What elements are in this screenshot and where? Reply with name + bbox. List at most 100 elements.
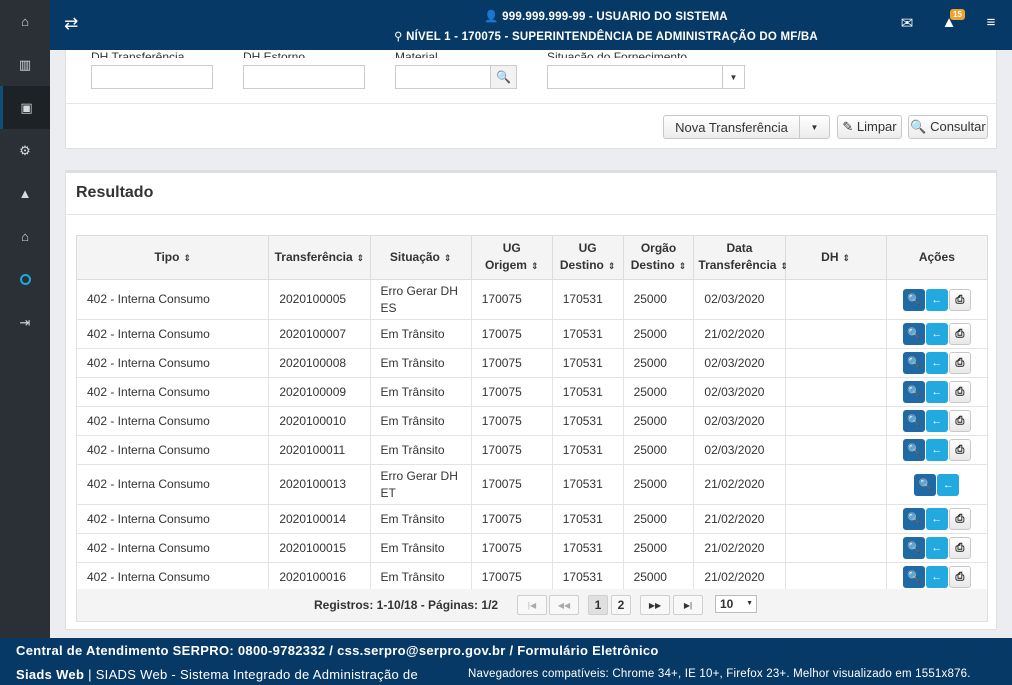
- sidebar-item-home[interactable]: ⌂: [0, 0, 50, 43]
- view-button[interactable]: 🔍: [902, 566, 925, 588]
- cell-orgao: 25000: [622, 504, 695, 534]
- sidebar-item-graduation[interactable]: ⌂: [0, 215, 50, 258]
- print-button[interactable]: ⎙: [948, 508, 971, 530]
- estorno-button[interactable]: ←: [925, 410, 948, 432]
- view-button[interactable]: 🔍: [902, 352, 925, 374]
- cell-tipo: 402 - Interna Consumo: [75, 348, 270, 378]
- view-button[interactable]: 🔍: [902, 288, 925, 311]
- cell-dh: [784, 562, 887, 592]
- menu-icon[interactable]: ≡: [970, 14, 1012, 32]
- table-row: 402 - Interna Consumo 2020100015 Em Trânsi…: [75, 533, 989, 563]
- print-button[interactable]: ⎙: [948, 323, 971, 345]
- result-panel: Resultado Tipo ⇕ Transferência ⇕ Situação ⇕…: [65, 170, 997, 630]
- col-transferencia[interactable]: Transferência ⇕: [268, 235, 371, 280]
- view-button[interactable]: 🔍: [902, 439, 925, 461]
- view-button[interactable]: 🔍: [902, 508, 925, 530]
- estorno-button[interactable]: ←: [925, 323, 948, 345]
- estorno-button[interactable]: ←: [925, 288, 948, 311]
- col-ug-origem[interactable]: UG Origem ⇕: [470, 235, 553, 280]
- view-button[interactable]: 🔍: [914, 473, 937, 496]
- chevron-down-icon: ▼: [722, 66, 744, 88]
- cell-dh: [784, 533, 887, 563]
- estorno-button[interactable]: ←: [925, 381, 948, 403]
- cell-orgao: 25000: [622, 562, 695, 592]
- estorno-button[interactable]: ←: [925, 537, 948, 559]
- page-2-button[interactable]: 2: [611, 595, 631, 615]
- cell-transf: 2020100007: [268, 319, 371, 349]
- user-line: 👤 999.999.999-99 - USUARIO DO SISTEMA: [484, 11, 728, 23]
- cell-tipo: 402 - Interna Consumo: [75, 435, 270, 465]
- print-button[interactable]: ⎙: [948, 352, 971, 374]
- estorno-button[interactable]: ←: [925, 439, 948, 461]
- view-button[interactable]: 🔍: [902, 323, 925, 345]
- view-button[interactable]: 🔍: [902, 381, 925, 403]
- col-ug-destino[interactable]: UG Destino ⇕: [551, 235, 624, 280]
- consultar-button[interactable]: 🔍 Consultar: [908, 115, 988, 139]
- cell-acoes: 🔍 ← ⎙: [885, 279, 989, 320]
- table-row: 402 - Interna Consumo 2020100014 Em Trânsi…: [75, 504, 989, 534]
- print-button[interactable]: ⎙: [948, 381, 971, 403]
- print-button[interactable]: ⎙: [948, 410, 971, 432]
- footer-contact[interactable]: Central de Atendimento SERPRO: 0800-9782…: [16, 643, 659, 658]
- cell-orgao: 25000: [622, 406, 695, 436]
- sidebar-item-circle[interactable]: [0, 258, 50, 301]
- estorno-button[interactable]: ←: [925, 566, 948, 588]
- limpar-button[interactable]: ✎ Limpar: [837, 115, 902, 139]
- next-page-button[interactable]: ▶▶: [640, 595, 670, 615]
- mail-icon[interactable]: ✉: [886, 14, 928, 32]
- cell-orgao: 25000: [622, 464, 695, 505]
- alert-icon[interactable]: ▲ 15: [928, 9, 970, 32]
- cell-transf: 2020100005: [268, 279, 371, 320]
- filter-label-dh-estorno: DH Estorno: [243, 50, 306, 58]
- print-button[interactable]: ⎙: [948, 288, 971, 311]
- dh-estorno-input[interactable]: [243, 65, 365, 89]
- material-search-button[interactable]: 🔍: [490, 65, 517, 89]
- sidebar-item-gears[interactable]: ⚙: [0, 129, 50, 172]
- col-tipo[interactable]: Tipo ⇕: [75, 235, 270, 280]
- view-button[interactable]: 🔍: [902, 537, 925, 559]
- nova-transferencia-button[interactable]: Nova Transferência ▼: [663, 115, 830, 139]
- page-size-select[interactable]: 10 ▼: [715, 595, 757, 613]
- nova-transferencia-dropdown[interactable]: ▼: [799, 116, 829, 138]
- sidebar-item-archive[interactable]: ▣: [0, 86, 50, 129]
- warning-icon: ▲: [18, 186, 32, 201]
- cell-ug_origem: 170075: [470, 435, 553, 465]
- situacao-select[interactable]: ▼: [547, 65, 745, 89]
- cell-dh: [784, 464, 887, 505]
- cell-situacao: Em Trânsito: [369, 406, 472, 436]
- col-dh[interactable]: DH ⇕: [784, 235, 887, 280]
- dh-transferencia-input[interactable]: [91, 65, 213, 89]
- estorno-button[interactable]: ←: [925, 508, 948, 530]
- cell-acoes: 🔍 ←: [885, 464, 989, 505]
- col-data-transferencia[interactable]: Data Transferência ⇕: [693, 235, 788, 280]
- cell-tipo: 402 - Interna Consumo: [75, 562, 270, 592]
- print-button[interactable]: ⎙: [948, 566, 971, 588]
- sidebar-item-barcode[interactable]: ▥: [0, 43, 50, 86]
- sidebar-item-sign-in[interactable]: ⇥: [0, 301, 50, 344]
- sort-icon: ⇕: [780, 261, 788, 271]
- cell-data: 21/02/2020: [693, 533, 786, 563]
- last-page-button[interactable]: ▶|: [673, 595, 703, 615]
- cell-dh: [784, 348, 887, 378]
- cell-acoes: 🔍 ← ⎙: [885, 377, 989, 407]
- page-1-button[interactable]: 1: [588, 595, 608, 615]
- estorno-button[interactable]: ←: [925, 352, 948, 374]
- sort-icon: ⇕: [356, 252, 365, 263]
- filter-label-material: Material: [395, 50, 438, 58]
- col-orgao-destino[interactable]: Orgão Destino ⇕: [622, 235, 695, 280]
- first-page-button[interactable]: |◀: [517, 595, 547, 615]
- view-button[interactable]: 🔍: [902, 410, 925, 432]
- print-button[interactable]: ⎙: [948, 537, 971, 559]
- col-situacao[interactable]: Situação ⇕: [369, 235, 472, 280]
- cell-orgao: 25000: [622, 377, 695, 407]
- material-input[interactable]: [395, 65, 491, 89]
- cell-data: 02/03/2020: [693, 406, 786, 436]
- print-button[interactable]: ⎙: [948, 439, 971, 461]
- cell-ug_destino: 170531: [551, 406, 624, 436]
- cell-data: 21/02/2020: [693, 464, 786, 505]
- estorno-button[interactable]: ←: [937, 473, 960, 496]
- sidebar-item-warning[interactable]: ▲: [0, 172, 50, 215]
- footer-browsers: Navegadores compatíveis: Chrome 34+, IE …: [468, 668, 971, 680]
- circle-icon: [19, 274, 31, 285]
- prev-page-button[interactable]: ◀◀: [549, 595, 579, 615]
